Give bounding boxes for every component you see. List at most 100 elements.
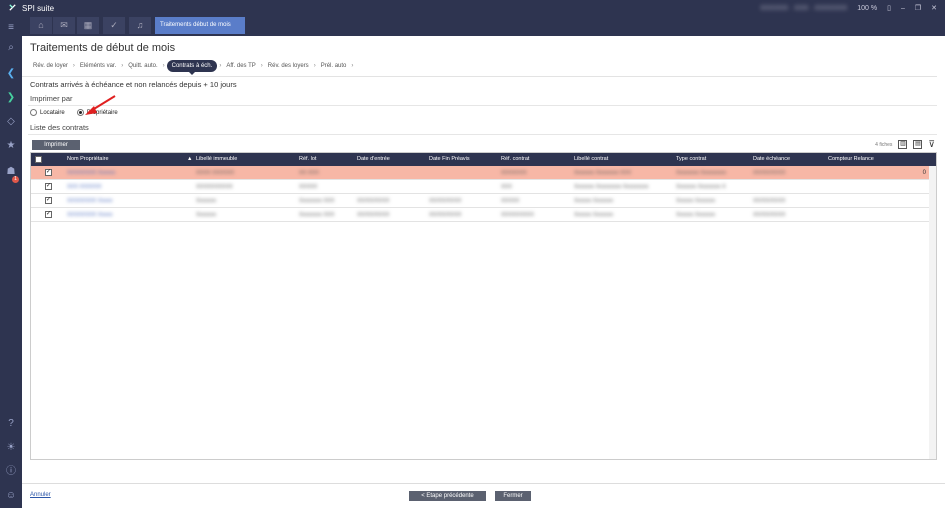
- col-libelle-immeuble[interactable]: Libellé immeuble: [196, 153, 237, 166]
- table-row[interactable]: ✓ XXXXXXXX Xxxxx Xxxxxxx Xxxxxxxx XXX XX…: [31, 194, 936, 208]
- document-icon[interactable]: ▯: [887, 4, 891, 12]
- sidebar: ≡ ⌕ ❮ ❯ ◇ ★ ☗ 1 ? ☀ ⓘ ☺: [0, 22, 22, 508]
- code-icon[interactable]: ◇: [0, 114, 22, 130]
- col-date-fin-preavis[interactable]: Date Fin Préavis: [429, 153, 470, 166]
- annotation-arrow: [85, 95, 116, 115]
- title-bar: SPI suite ⌂ ✉ ▦ ✓ ♫ Traitements début de…: [0, 0, 945, 36]
- star-icon[interactable]: ★: [0, 138, 22, 154]
- cell-libelle-contrat: Xxxxxxx Xxxxxxxx XXX: [574, 170, 632, 176]
- cell-date-echeance: XX/XX/XXXX: [753, 212, 786, 218]
- cell-ref-contrat: XXXXXXX: [501, 170, 527, 176]
- zoom-level[interactable]: 100 %: [857, 5, 877, 12]
- previous-step-button[interactable]: < Etape précédente: [409, 491, 486, 501]
- columns-icon[interactable]: ▥: [898, 140, 908, 149]
- cell-libelle-contrat: Xxxxxx Xxxxxxx: [574, 198, 614, 204]
- row-checkbox[interactable]: ✓: [45, 183, 52, 190]
- cell-compteur: 0: [922, 170, 926, 176]
- print-button[interactable]: Imprimer: [32, 140, 80, 150]
- cell-date-fin: XX/XX/XXXX: [429, 212, 462, 218]
- cell-immeuble: XXXXXXXXXX: [196, 184, 233, 190]
- table-row[interactable]: ✓ XXX XXXXXX XXXXXXXXXX XXXXX XXX Xxxxxx…: [31, 180, 936, 194]
- cell-ref-contrat: XXXXXXXXX: [501, 212, 535, 218]
- app-title: SPI suite: [22, 4, 55, 13]
- col-nom-proprietaire[interactable]: Nom Propriétaire: [67, 153, 109, 166]
- table-row[interactable]: ✓ XXXXXXXX Xxxxx Xxxxxxx Xxxxxxxx XXX XX…: [31, 208, 936, 222]
- contracts-grid: Nom Propriétaire ▲ Libellé immeuble Réf.…: [30, 152, 937, 460]
- step-rev-loyers[interactable]: Rév. des loyers: [265, 63, 312, 69]
- calendar-icon[interactable]: ▦: [77, 17, 99, 34]
- check-icon[interactable]: ✓: [103, 17, 125, 34]
- wizard-steps: Rév. de loyer › Eléménts var. › Quitt. aut…: [30, 58, 355, 75]
- chevron-left-icon[interactable]: ❮: [0, 66, 22, 82]
- step-elements-var[interactable]: Eléménts var.: [77, 63, 119, 69]
- row-checkbox[interactable]: ✓: [45, 169, 52, 176]
- col-date-entree[interactable]: Date d'entrée: [357, 153, 390, 166]
- radio-label: Locataire: [40, 110, 65, 117]
- cell-date-entree: XX/XX/XXXX: [357, 212, 390, 218]
- cell-immeuble: XXXX XXXXXX: [196, 170, 235, 176]
- divider: [22, 483, 945, 484]
- export-icon[interactable]: ▤: [913, 140, 923, 149]
- sort-asc-icon[interactable]: ▲: [187, 153, 192, 166]
- cell-nom: XXXXXXXX Xxxxx: [67, 212, 113, 218]
- col-type-contrat[interactable]: Type contrat: [676, 153, 706, 166]
- cancel-link[interactable]: Annuler: [30, 492, 51, 498]
- col-date-echeance[interactable]: Date échéance: [753, 153, 790, 166]
- chevron-right-icon: ›: [162, 62, 165, 69]
- mail-icon[interactable]: ✉: [53, 17, 75, 34]
- cell-type-contrat: Xxxxxxx Xxxxxxxx X: [676, 184, 726, 190]
- divider: [22, 76, 937, 77]
- row-checkbox[interactable]: ✓: [45, 197, 52, 204]
- cell-date-echeance: XX/XX/XXXX: [753, 198, 786, 204]
- step-quitt-auto[interactable]: Quitt. auto.: [125, 63, 160, 69]
- radio-circle[interactable]: [30, 109, 37, 116]
- cell-type-contrat: Xxxxxx Xxxxxxx: [676, 212, 716, 218]
- cell-lot: Xxxxxxxx XXX: [299, 212, 335, 218]
- cell-ref-contrat: XXX: [501, 184, 513, 190]
- select-all-checkbox[interactable]: [35, 156, 42, 163]
- notification-badge: 1: [12, 176, 19, 183]
- col-ref-lot[interactable]: Réf. lot: [299, 153, 316, 166]
- col-ref-contrat[interactable]: Réf. contrat: [501, 153, 529, 166]
- window-controls: XXXXXX · XXX · XXXXXXX 100 % ▯ – ❐ ✕: [760, 4, 937, 13]
- page-title: Traitements de début de mois: [30, 42, 176, 54]
- cell-libelle-contrat: Xxxxxx Xxxxxxx: [574, 212, 614, 218]
- search-icon[interactable]: ⌕: [0, 40, 22, 56]
- restore-icon[interactable]: ❐: [915, 4, 921, 12]
- table-row[interactable]: ✓ XXXXXXXX Xxxxxx XXXX XXXXXX XX XXX XXX…: [31, 166, 936, 180]
- info-icon[interactable]: ⓘ: [0, 464, 22, 480]
- tab-traitements[interactable]: Traitements début de mois: [155, 17, 245, 34]
- close-icon[interactable]: ✕: [931, 4, 937, 12]
- minimize-icon[interactable]: –: [901, 5, 905, 12]
- radio-locataire[interactable]: Locataire: [30, 109, 65, 116]
- step-rev-loyer[interactable]: Rév. de loyer: [30, 63, 71, 69]
- cell-type-contrat: Xxxxxx Xxxxxxx: [676, 198, 716, 204]
- menu-icon[interactable]: ≡: [0, 20, 22, 36]
- cell-immeuble: Xxxxxxx: [196, 198, 217, 204]
- cell-nom: XXXXXXXX Xxxxx: [67, 198, 113, 204]
- chevron-right-icon: ›: [351, 62, 354, 69]
- step-prel-auto[interactable]: Prél. auto: [318, 63, 350, 69]
- bell-icon[interactable]: ♫: [129, 17, 151, 34]
- divider: [28, 105, 937, 106]
- vertical-scrollbar[interactable]: [929, 166, 936, 459]
- cell-nom: XXXXXXXX Xxxxxx: [67, 170, 116, 176]
- step-aff-tp[interactable]: Aff. des TP: [223, 63, 258, 69]
- home-icon[interactable]: ⌂: [30, 17, 52, 34]
- cell-date-echeance: XX/XX/XXXX: [753, 170, 786, 176]
- chevron-right-icon[interactable]: ❯: [0, 90, 22, 106]
- step-contrats-ech[interactable]: Contrats à éch.: [166, 59, 218, 75]
- cell-immeuble: Xxxxxxx: [196, 212, 217, 218]
- col-compteur-relance[interactable]: Compteur Relance: [828, 153, 874, 166]
- grid-tools: 4 fiches ▥ ▤ ⊽: [875, 139, 935, 150]
- help-icon[interactable]: ?: [0, 416, 22, 432]
- list-section-title: Liste des contrats: [30, 123, 89, 132]
- row-checkbox[interactable]: ✓: [45, 211, 52, 218]
- filter-icon[interactable]: ⊽: [928, 139, 935, 150]
- col-libelle-contrat[interactable]: Libellé contrat: [574, 153, 608, 166]
- user-icon[interactable]: ☺: [0, 488, 22, 504]
- cell-ref-contrat: XXXXX: [501, 198, 520, 204]
- lightbulb-icon[interactable]: ☀: [0, 440, 22, 456]
- close-button[interactable]: Fermer: [495, 491, 531, 501]
- info-text: Contrats arrivés à échéance et non relan…: [30, 80, 237, 89]
